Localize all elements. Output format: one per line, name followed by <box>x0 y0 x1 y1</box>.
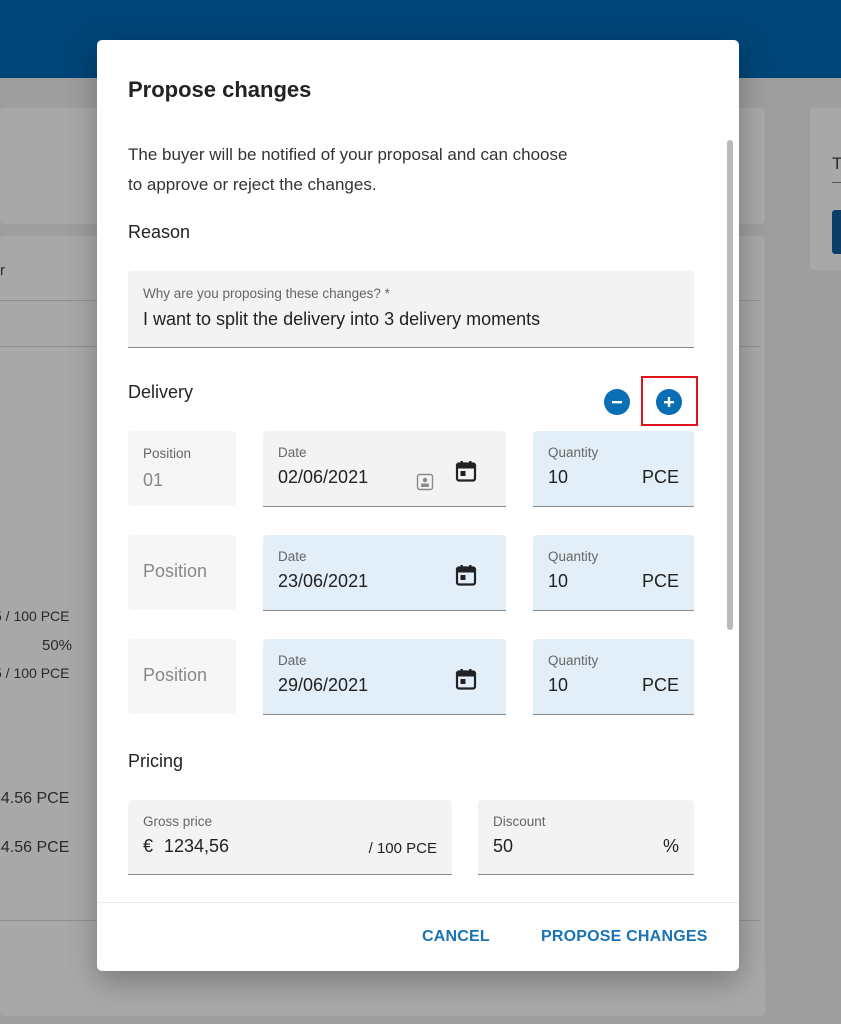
quantity-unit: PCE <box>641 675 679 695</box>
pricing-section-label: Pricing <box>128 751 184 771</box>
discount-label: Discount <box>493 814 546 829</box>
reason-field-value: I want to split the delivery into 3 deli… <box>143 309 541 329</box>
gross-price-unit: / 100 PCE <box>368 840 437 857</box>
add-button-highlight <box>641 376 698 426</box>
background-text: r <box>0 262 5 279</box>
quantity-unit: PCE <box>641 467 679 487</box>
actions-divider <box>97 902 739 903</box>
quantity-label: Quantity <box>548 653 599 668</box>
dialog-intro-text: The buyer will be notified of your propo… <box>128 145 568 194</box>
date-label: Date <box>278 445 307 460</box>
delivery-row-3-quantity[interactable]: Quantity 10 PCE <box>533 639 694 715</box>
quantity-value: 10 <box>548 675 569 695</box>
date-value: 29/06/2021 <box>278 675 369 695</box>
reason-field-label: Why are you proposing these changes? * <box>143 286 390 301</box>
delivery-row-1-position: Position 01 <box>128 431 236 506</box>
delivery-row-3-position[interactable]: Position <box>128 639 236 714</box>
delivery-row-2-date[interactable]: Date 23/06/2021 <box>263 535 506 611</box>
dialog-scrollbar[interactable] <box>727 140 733 630</box>
background-text: 5 / 100 PCE <box>0 665 70 681</box>
position-placeholder: Position <box>143 561 208 581</box>
background-text: T <box>832 154 841 173</box>
date-label: Date <box>278 653 307 668</box>
remove-delivery-button[interactable] <box>604 389 630 415</box>
background-text: 5 / 100 PCE <box>0 608 70 624</box>
gross-price-value: 1234,56 <box>164 836 230 856</box>
date-value: 23/06/2021 <box>278 571 369 591</box>
reason-field[interactable]: Why are you proposing these changes? * I… <box>128 271 694 348</box>
minus-icon <box>612 401 622 404</box>
date-label: Date <box>278 549 307 564</box>
discount-unit: % <box>662 836 679 856</box>
delivery-row-2-quantity[interactable]: Quantity 10 PCE <box>533 535 694 611</box>
calendar-icon[interactable] <box>454 459 478 483</box>
delivery-row-3-date[interactable]: Date 29/06/2021 <box>263 639 506 715</box>
quantity-unit: PCE <box>641 571 679 591</box>
quantity-label: Quantity <box>548 445 599 460</box>
quantity-value: 10 <box>548 571 569 591</box>
propose-changes-dialog: Propose changes The buyer will be notifi… <box>97 40 739 971</box>
dialog-title: Propose changes <box>128 77 312 102</box>
background-divider <box>832 182 841 183</box>
propose-changes-button[interactable]: PROPOSE CHANGES <box>541 928 708 946</box>
background-text: 34.56 PCE <box>0 839 70 856</box>
delivery-section-label: Delivery <box>128 382 194 402</box>
background-button <box>832 210 841 254</box>
position-label: Position <box>143 446 192 461</box>
contact-card-icon <box>416 473 434 491</box>
background-text: 50% <box>42 637 73 654</box>
background-text: 34.56 PCE <box>0 790 70 807</box>
delivery-row-1-date[interactable]: Date 02/06/2021 <box>263 431 506 507</box>
delivery-row-2-position[interactable]: Position <box>128 535 236 610</box>
currency-symbol: € <box>143 836 154 856</box>
calendar-icon[interactable] <box>454 563 478 587</box>
reason-section-label: Reason <box>128 222 191 242</box>
discount-field[interactable]: Discount 50 % <box>478 800 694 875</box>
discount-value: 50 <box>493 836 514 856</box>
position-placeholder: Position <box>143 665 208 685</box>
delivery-row-1-quantity[interactable]: Quantity 10 PCE <box>533 431 694 507</box>
gross-price-label: Gross price <box>143 814 213 829</box>
date-value: 02/06/2021 <box>278 467 369 487</box>
quantity-label: Quantity <box>548 549 599 564</box>
position-value: 01 <box>143 470 164 490</box>
calendar-icon[interactable] <box>454 667 478 691</box>
quantity-value: 10 <box>548 467 569 487</box>
gross-price-field[interactable]: Gross price € 1234,56 / 100 PCE <box>128 800 452 875</box>
cancel-button[interactable]: CANCEL <box>422 928 490 946</box>
